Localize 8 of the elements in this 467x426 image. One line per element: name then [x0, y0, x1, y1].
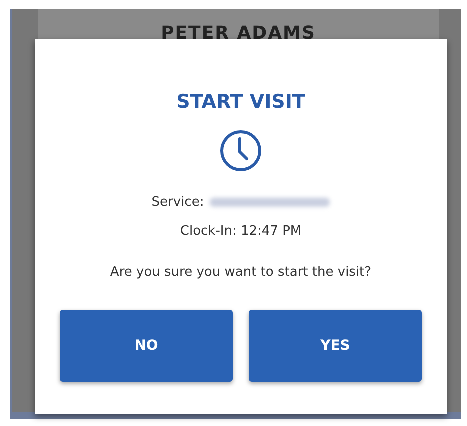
service-label: Service: — [152, 195, 204, 210]
no-button[interactable]: NO — [60, 310, 233, 382]
clock-icon — [219, 129, 263, 173]
confirm-message: Are you sure you want to start the visit? — [110, 265, 372, 280]
clock-in-time: Clock-In: 12:47 PM — [180, 224, 302, 239]
dialog-title: START VISIT — [176, 91, 306, 113]
yes-button[interactable]: YES — [249, 310, 422, 382]
client-name: PETER ADAMS — [160, 22, 317, 44]
